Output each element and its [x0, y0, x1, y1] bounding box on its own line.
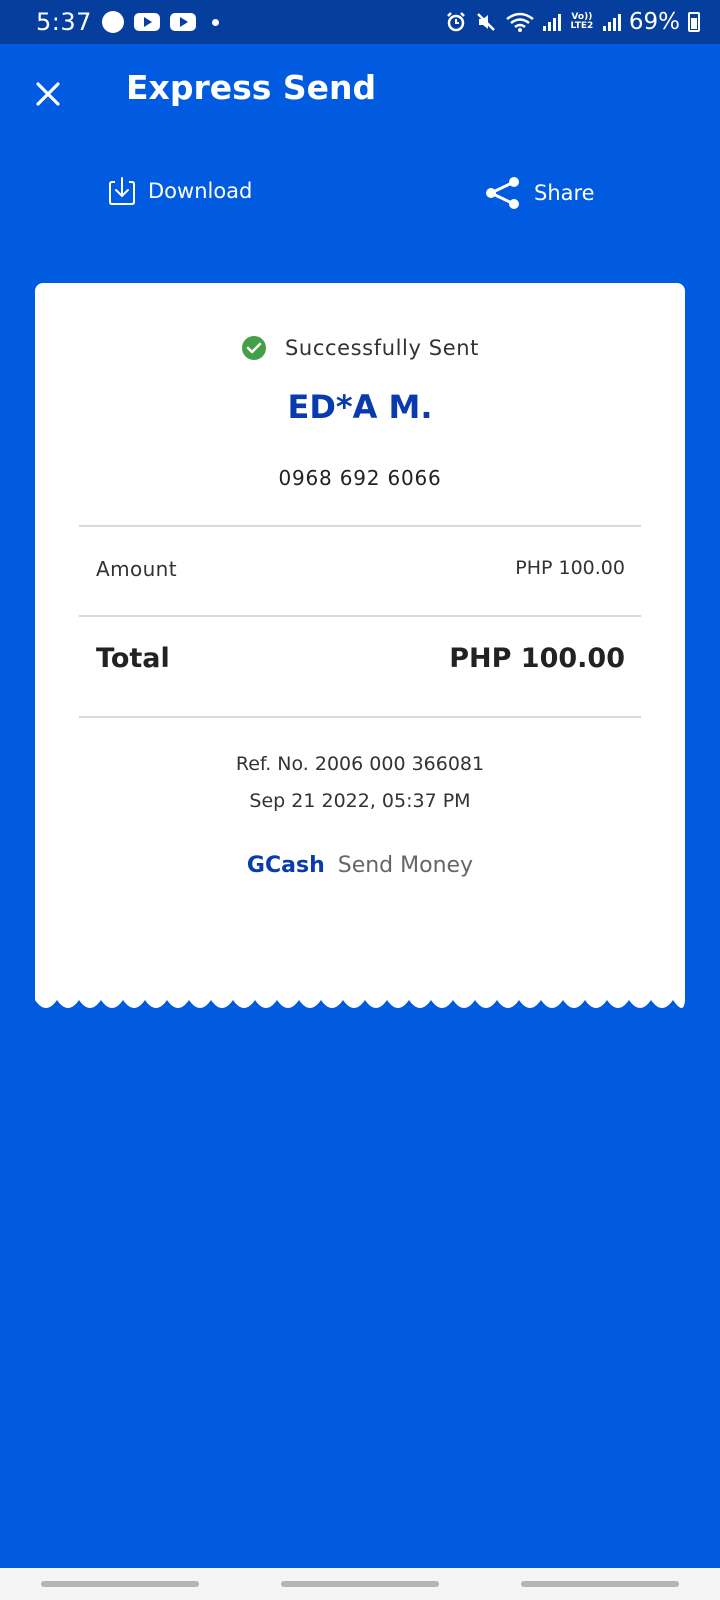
check-circle-icon: [241, 336, 266, 360]
close-icon: [36, 82, 60, 106]
battery-icon: [688, 12, 700, 32]
notification-dot-icon: [211, 18, 219, 26]
nav-back-button[interactable]: [521, 1581, 679, 1587]
battery-percentage: 69%: [628, 9, 680, 35]
status-left: 5:37: [36, 8, 219, 36]
download-label: Download: [148, 179, 253, 203]
app-header: Express Send: [0, 44, 720, 140]
total-value: PHP 100.00: [449, 643, 625, 674]
brand-product: Send Money: [337, 853, 474, 878]
brand-name: GCash: [246, 853, 325, 878]
reference-number: Ref. No. 2006 000 366081: [235, 753, 485, 775]
alarm-icon: [446, 12, 465, 32]
amount-value: PHP 100.00: [515, 557, 625, 579]
lte-label: Vo)) LTE2: [570, 12, 594, 31]
divider: [79, 525, 641, 527]
signal-icon: [542, 13, 561, 31]
wifi-icon: [506, 12, 534, 32]
total-label: Total: [96, 643, 170, 674]
page-title: Express Send: [126, 68, 377, 107]
share-button[interactable]: Share: [484, 176, 595, 210]
youtube-icon: [133, 13, 160, 31]
transaction-datetime: Sep 21 2022, 05:37 PM: [249, 790, 471, 812]
divider: [79, 615, 641, 617]
success-status: Successfully Sent: [35, 335, 685, 361]
brand-footer: GCash Send Money: [35, 853, 685, 878]
status-text: Successfully Sent: [284, 336, 479, 360]
recipient-number: 0968 692 6066: [278, 466, 442, 490]
status-right: Vo)) LTE2 69%: [445, 9, 700, 35]
mute-icon: [476, 13, 495, 31]
nav-home-button[interactable]: [281, 1581, 439, 1587]
divider: [79, 716, 641, 718]
receipt-card: Successfully Sent ED*A M. 0968 692 6066 …: [35, 283, 685, 999]
download-icon: [109, 177, 135, 205]
share-label: Share: [534, 181, 595, 205]
nav-recents-button[interactable]: [41, 1581, 199, 1587]
amount-label: Amount: [96, 557, 177, 581]
status-time: 5:37: [36, 8, 92, 36]
share-icon: [486, 177, 519, 209]
status-bar: 5:37 Vo)) LTE2 69%: [0, 0, 720, 44]
download-button[interactable]: Download: [108, 176, 252, 206]
close-button[interactable]: [30, 76, 66, 112]
messenger-icon: [101, 11, 124, 33]
recipient-name: ED*A M.: [287, 388, 433, 426]
youtube-icon: [169, 13, 196, 31]
signal-icon: [602, 13, 621, 31]
system-nav-bar: [0, 1568, 720, 1600]
receipt-torn-edge: [35, 996, 685, 1008]
